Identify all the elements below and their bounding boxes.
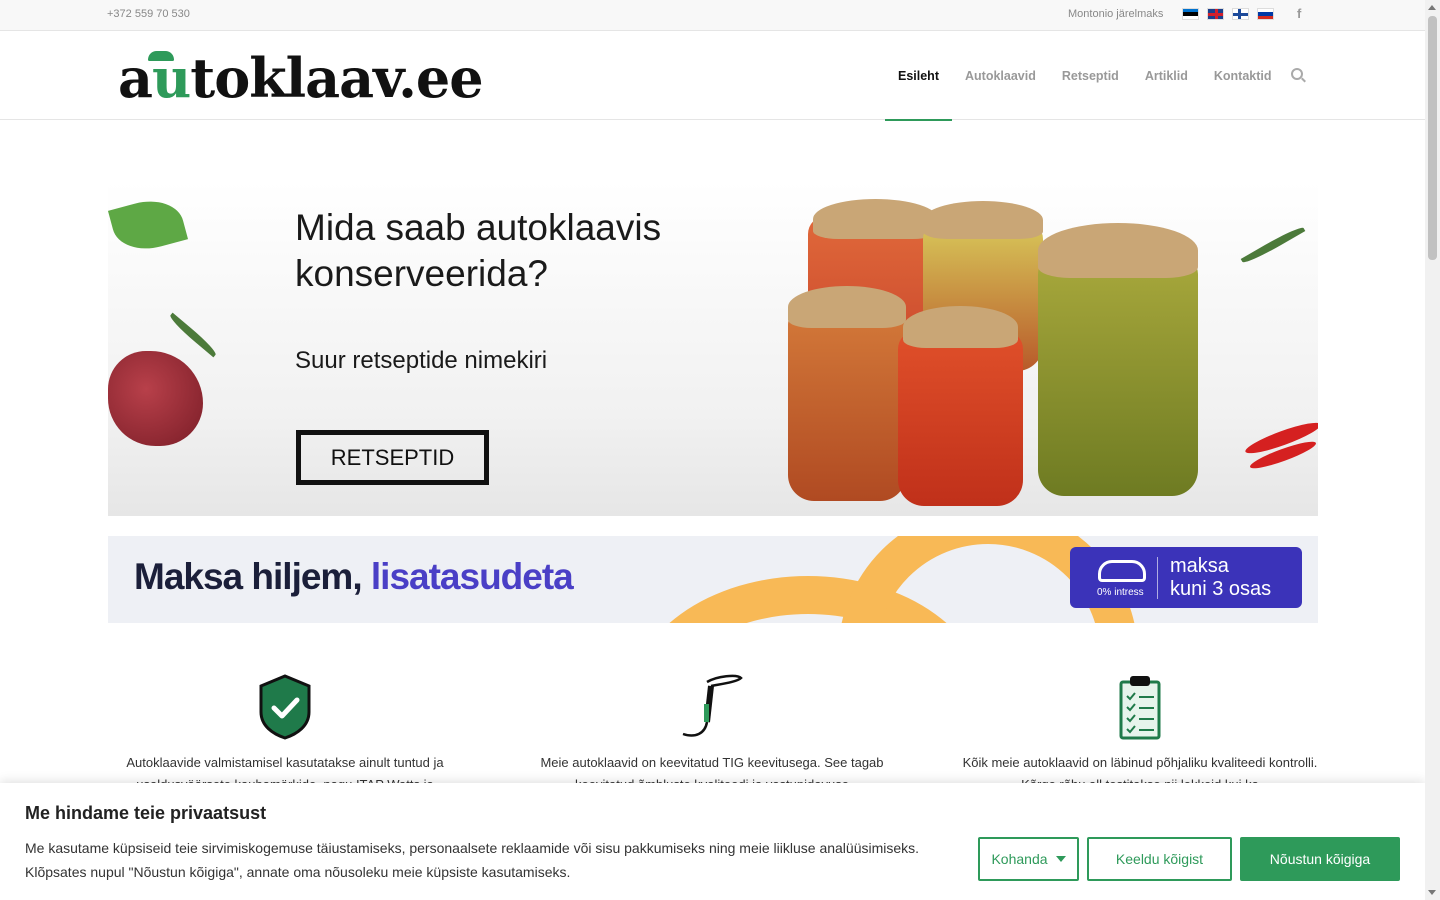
- jar-cap-image: [923, 201, 1043, 239]
- jar-cap-image: [788, 286, 906, 328]
- scroll-thumb[interactable]: [1428, 16, 1437, 260]
- montonio-link[interactable]: Montonio järelmaks: [1068, 8, 1163, 20]
- tig-torch-icon: [522, 670, 902, 740]
- feature-quality-control: Kõik meie autoklaavid on läbinud põhjali…: [950, 670, 1330, 796]
- nav-item-autoklaavid[interactable]: Autoklaavid: [952, 31, 1049, 120]
- site-header: autoklaav.ee Esileht Autoklaavid Retsept…: [0, 31, 1425, 121]
- flag-uk-icon[interactable]: [1207, 8, 1224, 20]
- jar-pickles-image: [1038, 256, 1198, 496]
- meat-image: [108, 351, 203, 446]
- jar-cap-image: [813, 199, 938, 239]
- rosemary-image: [167, 312, 219, 358]
- hero-title: Mida saab autoklaavis konserveerida?: [295, 207, 662, 294]
- payment-banner[interactable]: Maksa hiljem, lisatasudeta 0% intress ma…: [108, 536, 1318, 623]
- flag-finland-icon[interactable]: [1232, 8, 1249, 20]
- accept-all-button[interactable]: Nõustun kõigiga: [1240, 837, 1400, 881]
- language-switcher: [1182, 8, 1274, 20]
- phone-number[interactable]: +372 559 70 530: [107, 8, 190, 20]
- cookie-title: Me hindame teie privaatsust: [25, 803, 267, 823]
- clipboard-checklist-icon: [950, 670, 1330, 740]
- flag-russia-icon[interactable]: [1257, 8, 1274, 20]
- payment-headline: Maksa hiljem, lisatasudeta: [134, 556, 574, 597]
- cookie-text: Me kasutame küpsiseid teie sirvimiskogem…: [25, 840, 920, 880]
- installment-badge: 0% intress maksa kuni 3 osas: [1070, 547, 1302, 608]
- nav-item-kontaktid[interactable]: Kontaktid: [1201, 31, 1285, 120]
- site-logo[interactable]: autoklaav.ee: [118, 43, 484, 113]
- jar-sauce-image: [898, 331, 1023, 506]
- recipes-button[interactable]: RETSEPTID: [296, 430, 489, 485]
- cookie-consent-banner: Me hindame teie privaatsust Me kasutame …: [0, 783, 1425, 900]
- nav-item-esileht[interactable]: Esileht: [885, 31, 952, 121]
- feature-quality-parts: Autoklaavide valmistamisel kasutatakse a…: [95, 670, 475, 796]
- basil-leaf-image: [108, 192, 189, 258]
- nav-item-artiklid[interactable]: Artiklid: [1132, 31, 1201, 120]
- deny-all-button[interactable]: Keeldu kõigist: [1087, 837, 1232, 881]
- flag-estonia-icon[interactable]: [1182, 8, 1199, 20]
- search-icon[interactable]: [1291, 68, 1303, 80]
- jar-cap-image: [1038, 223, 1198, 278]
- feature-tig-welding: Meie autoklaavid on keevitatud TIG keevi…: [522, 670, 902, 796]
- scroll-up-icon[interactable]: [1428, 5, 1436, 10]
- customize-button[interactable]: Kohanda: [978, 837, 1079, 881]
- main-nav: Esileht Autoklaavid Retseptid Artiklid K…: [885, 31, 1285, 121]
- top-bar: +372 559 70 530 Montonio järelmaks f: [0, 0, 1425, 31]
- rosemary-image: [1240, 224, 1306, 266]
- cloud-icon: [1098, 560, 1146, 582]
- hero-banner[interactable]: Mida saab autoklaavis konserveerida? Suu…: [108, 181, 1318, 516]
- page-scrollbar[interactable]: [1425, 0, 1440, 900]
- scroll-down-icon[interactable]: [1428, 890, 1436, 895]
- hero-subtitle: Suur retseptide nimekiri: [295, 347, 548, 374]
- jar-cap-image: [903, 306, 1018, 348]
- pot-lid-icon: [148, 51, 174, 61]
- shield-check-icon: [95, 670, 475, 740]
- nav-item-retseptid[interactable]: Retseptid: [1049, 31, 1132, 120]
- chevron-down-icon: [1055, 856, 1066, 862]
- facebook-icon[interactable]: f: [1297, 6, 1301, 21]
- jar-ajvar-image: [788, 306, 906, 501]
